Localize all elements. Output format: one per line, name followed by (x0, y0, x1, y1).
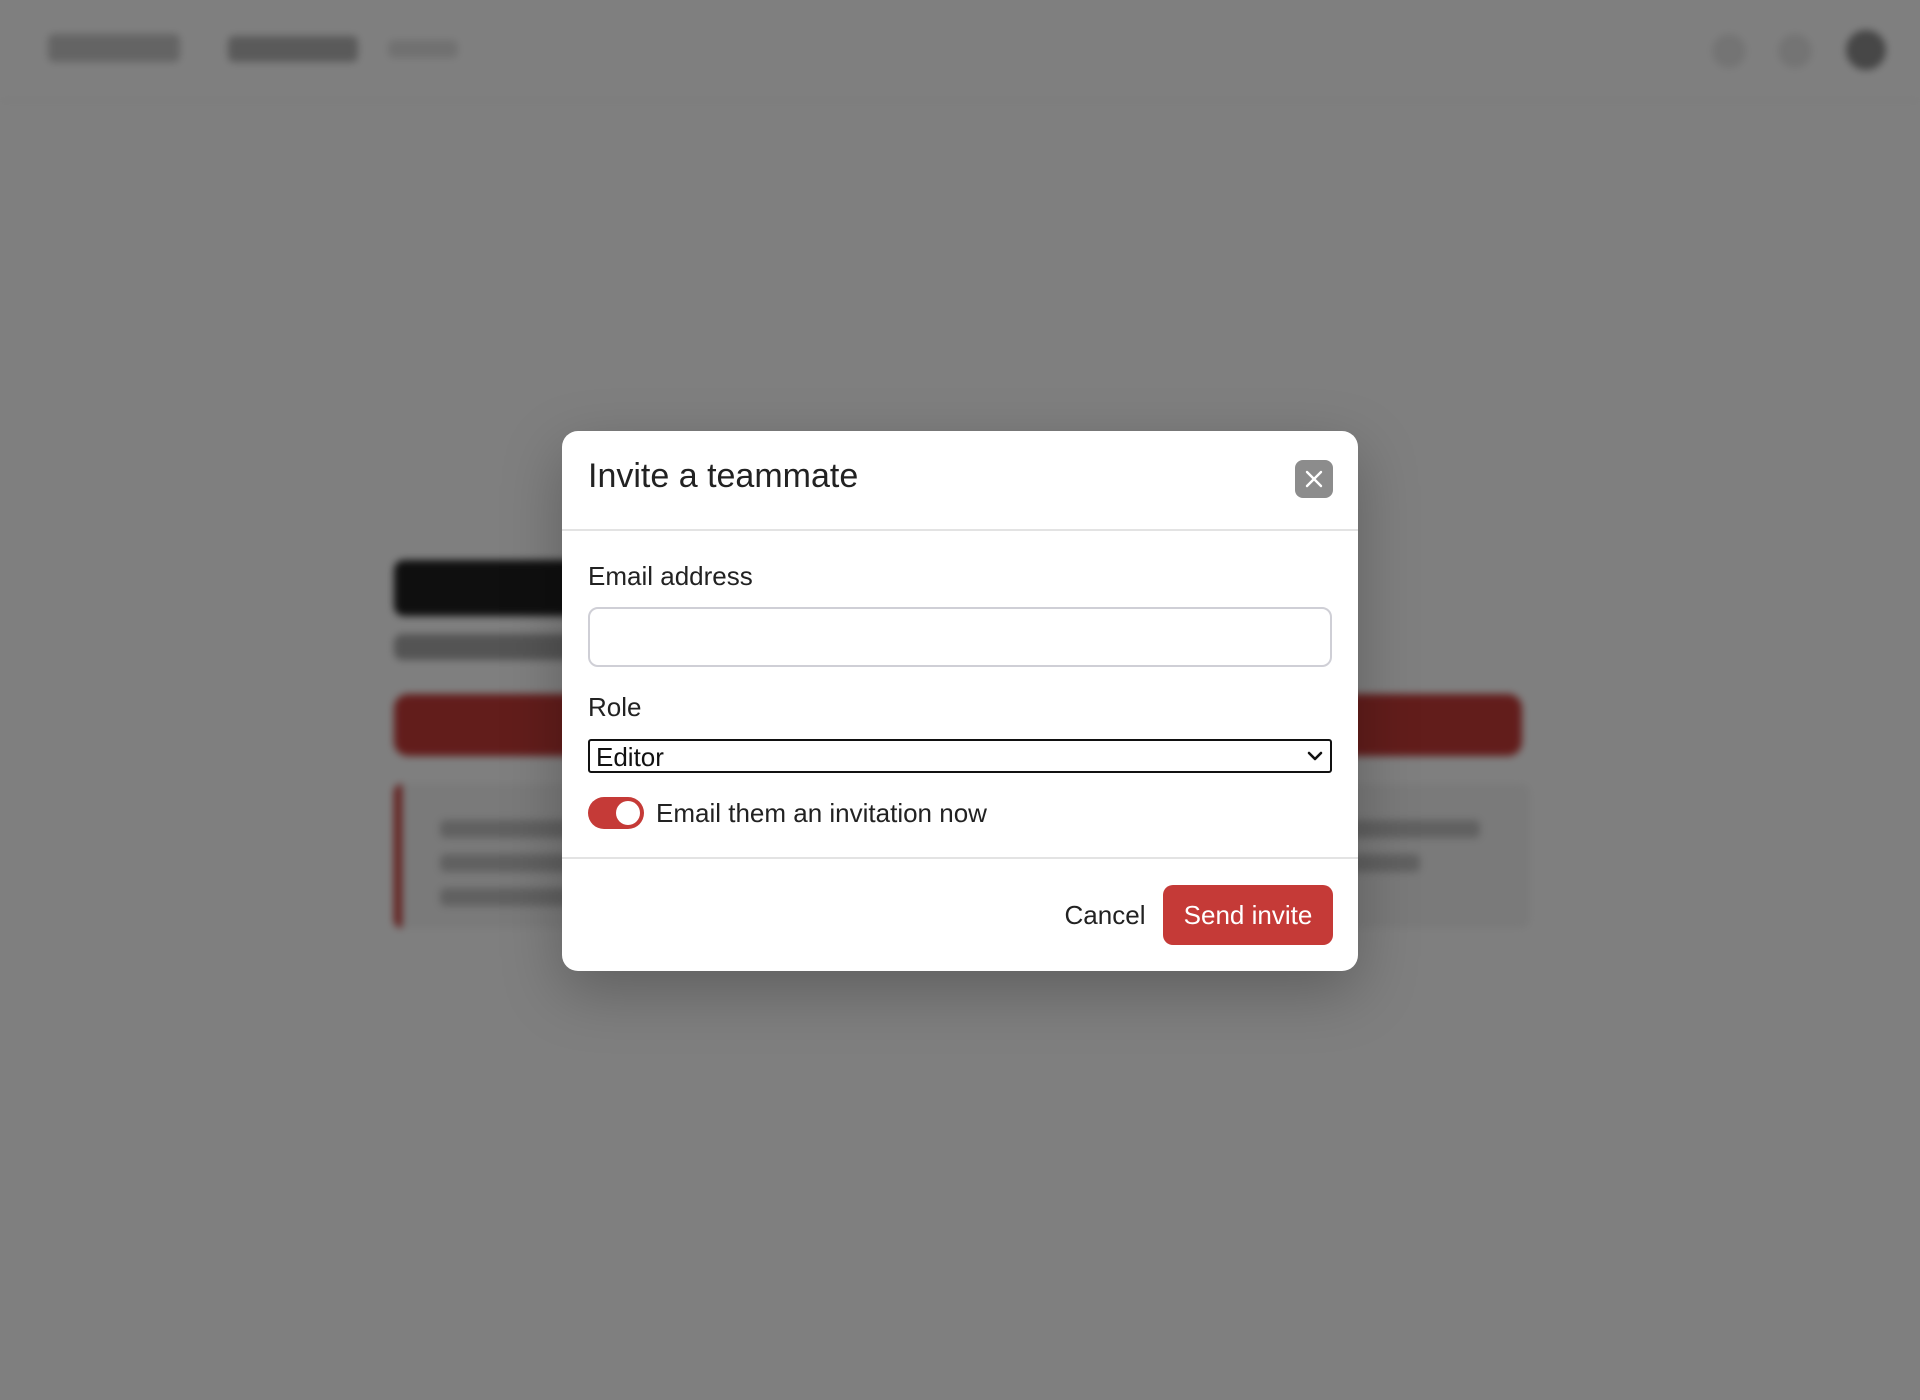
chevron-down-icon (1307, 751, 1323, 761)
modal-body: Email address Role Editor Email them an … (562, 531, 1358, 857)
toggle-knob (616, 801, 640, 825)
email-invitation-label: Email them an invitation now (656, 798, 987, 828)
modal-header: Invite a teammate (562, 431, 1358, 531)
send-invite-button[interactable]: Send invite (1163, 885, 1333, 945)
invite-teammate-modal: Invite a teammate Email address Role Edi… (562, 431, 1358, 971)
modal-title: Invite a teammate (588, 457, 859, 495)
role-label: Role (588, 692, 642, 722)
modal-footer: Cancel Send invite (562, 857, 1358, 971)
email-label: Email address (588, 561, 753, 591)
role-select[interactable]: Editor (588, 739, 1332, 773)
close-button[interactable] (1295, 460, 1333, 498)
email-field[interactable] (588, 607, 1332, 667)
cancel-button[interactable]: Cancel (1032, 885, 1178, 945)
close-icon (1305, 470, 1323, 488)
role-selected-value: Editor (596, 742, 664, 772)
email-invitation-toggle[interactable] (588, 797, 644, 829)
